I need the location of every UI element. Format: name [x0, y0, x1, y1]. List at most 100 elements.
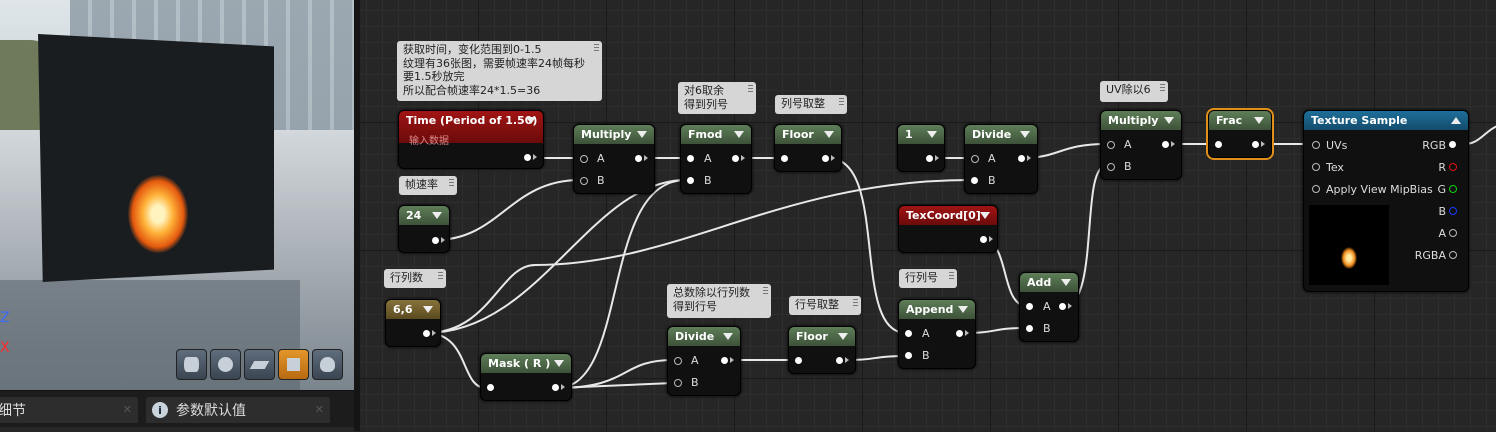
input-pin-a[interactable]: [1107, 141, 1115, 149]
input-pin-mipbias[interactable]: [1312, 185, 1320, 193]
close-icon[interactable]: ✕: [315, 403, 324, 416]
preview-cube-button[interactable]: [278, 349, 309, 380]
output-pin-rgba[interactable]: [1449, 251, 1457, 259]
input-pin[interactable]: [487, 384, 494, 391]
node-divide[interactable]: Divide A B: [964, 124, 1038, 194]
pin-label: Tex: [1326, 161, 1344, 174]
input-pin[interactable]: [1215, 141, 1222, 148]
input-pin-a[interactable]: [971, 155, 979, 163]
comment-col-floor[interactable]: 列号取整: [775, 95, 847, 114]
preview-cylinder-button[interactable]: [176, 349, 207, 380]
chevron-down-icon[interactable]: [734, 131, 744, 138]
wire-mask-divide-a: [556, 359, 674, 389]
output-pin[interactable]: [635, 155, 648, 162]
input-pin-uvs[interactable]: [1312, 141, 1320, 149]
chevron-down-icon[interactable]: [723, 333, 733, 340]
comment-fps[interactable]: 帧速率: [399, 176, 457, 195]
output-pin[interactable]: [980, 236, 993, 243]
comment-rowcol[interactable]: 行列数: [384, 269, 446, 288]
node-fmod[interactable]: Fmod A B: [680, 124, 752, 194]
comment-time[interactable]: 获取时间，变化范围到0-1.5 纹理有36张图，需要帧速率24帧每秒 要1.5秒…: [397, 41, 602, 101]
node-floor-row[interactable]: Floor: [788, 326, 856, 374]
node-frac[interactable]: Frac: [1208, 110, 1272, 158]
output-pin[interactable]: [1252, 141, 1265, 148]
input-pin-a[interactable]: [687, 155, 694, 162]
input-pin-a[interactable]: [580, 155, 588, 163]
comment-row-divide[interactable]: 总数除以行列数 得到行号: [667, 284, 771, 318]
chevron-down-icon[interactable]: [423, 306, 433, 313]
chevron-down-icon[interactable]: [432, 212, 442, 219]
chevron-down-icon[interactable]: [1254, 117, 1264, 124]
output-pin[interactable]: [956, 330, 969, 337]
output-pin[interactable]: [836, 357, 849, 364]
input-pin-a[interactable]: [905, 330, 912, 337]
node-multiply-uv[interactable]: Multiply A B: [1100, 110, 1182, 180]
close-icon[interactable]: ✕: [123, 403, 132, 416]
comment-uv-divide[interactable]: UV除以6: [1100, 81, 1168, 102]
chevron-down-icon[interactable]: [838, 333, 848, 340]
output-pin-r[interactable]: [1449, 163, 1457, 171]
input-pin-b[interactable]: [674, 379, 682, 387]
input-pin-b[interactable]: [1107, 163, 1115, 171]
preview-teapot-button[interactable]: [312, 349, 343, 380]
output-pin[interactable]: [524, 154, 537, 161]
output-pin-b[interactable]: [1449, 207, 1457, 215]
output-pin[interactable]: [423, 330, 436, 337]
chevron-down-icon[interactable]: [1164, 117, 1174, 124]
tab-parameter-defaults[interactable]: i 参数默认值 ✕: [146, 397, 330, 423]
node-append[interactable]: Append A B: [898, 299, 976, 369]
node-time[interactable]: Time (Period of 1.50) 输入数据: [398, 110, 544, 169]
input-pin-b[interactable]: [580, 177, 588, 185]
node-multiply[interactable]: Multiply A B: [573, 124, 655, 194]
output-pin[interactable]: [732, 155, 745, 162]
chevron-down-icon[interactable]: [554, 360, 564, 367]
material-graph-canvas[interactable]: 获取时间，变化范围到0-1.5 纹理有36张图，需要帧速率24帧每秒 要1.5秒…: [360, 0, 1496, 431]
output-pin-rgb[interactable]: [1449, 141, 1456, 148]
chevron-down-icon[interactable]: [824, 131, 834, 138]
comment-row-floor[interactable]: 行号取整: [789, 296, 861, 315]
output-pin[interactable]: [552, 384, 565, 391]
input-pin-b[interactable]: [687, 177, 694, 184]
chevron-up-icon[interactable]: [1451, 117, 1461, 124]
output-pin[interactable]: [926, 155, 939, 162]
input-pin[interactable]: [795, 357, 802, 364]
node-floor-column[interactable]: Floor: [774, 124, 842, 172]
chevron-down-icon[interactable]: [980, 212, 990, 219]
input-pin-a[interactable]: [674, 357, 682, 365]
input-pin-b[interactable]: [1026, 325, 1033, 332]
input-pin-b[interactable]: [971, 177, 978, 184]
output-pin-a[interactable]: [1449, 229, 1457, 237]
chevron-down-icon[interactable]: [1020, 131, 1030, 138]
chevron-down-icon[interactable]: [637, 131, 647, 138]
chevron-down-icon[interactable]: [927, 131, 937, 138]
input-pin[interactable]: [781, 155, 788, 162]
node-divide-row[interactable]: Divide A B: [667, 326, 741, 396]
output-pin[interactable]: [721, 357, 734, 364]
chevron-down-icon[interactable]: [958, 306, 968, 313]
comment-rowcol-num[interactable]: 行列号: [899, 269, 957, 288]
output-pin[interactable]: [822, 155, 835, 162]
tab-details[interactable]: 细节 ✕: [0, 397, 138, 423]
comment-mod6[interactable]: 对6取余 得到列号: [678, 82, 756, 114]
input-pin-b[interactable]: [905, 352, 912, 359]
output-pin[interactable]: [1059, 303, 1072, 310]
output-pin[interactable]: [1018, 155, 1031, 162]
output-pin[interactable]: [1162, 141, 1175, 148]
preview-sphere-button[interactable]: [210, 349, 241, 380]
preview-viewport[interactable]: Z X: [0, 0, 354, 390]
node-mask-r[interactable]: Mask ( R ): [480, 353, 572, 401]
node-texture-sample[interactable]: Texture Sample UVs Tex Apply View MipBia…: [1303, 110, 1469, 292]
input-pin-a[interactable]: [1026, 303, 1033, 310]
pin-label: A: [597, 152, 605, 165]
node-const-24[interactable]: 24: [398, 205, 450, 253]
node-const-66[interactable]: 6,6: [385, 299, 441, 347]
node-const-1[interactable]: 1: [897, 124, 945, 172]
output-pin[interactable]: [432, 237, 445, 244]
input-pin-tex[interactable]: [1312, 163, 1320, 171]
output-pin-g[interactable]: [1449, 185, 1457, 193]
preview-plane-button[interactable]: [244, 349, 275, 380]
node-texcoord[interactable]: TexCoord[0]: [898, 205, 998, 253]
chevron-down-icon[interactable]: [1061, 279, 1071, 286]
chevron-down-icon[interactable]: [526, 117, 536, 124]
node-add[interactable]: Add A B: [1019, 272, 1079, 342]
